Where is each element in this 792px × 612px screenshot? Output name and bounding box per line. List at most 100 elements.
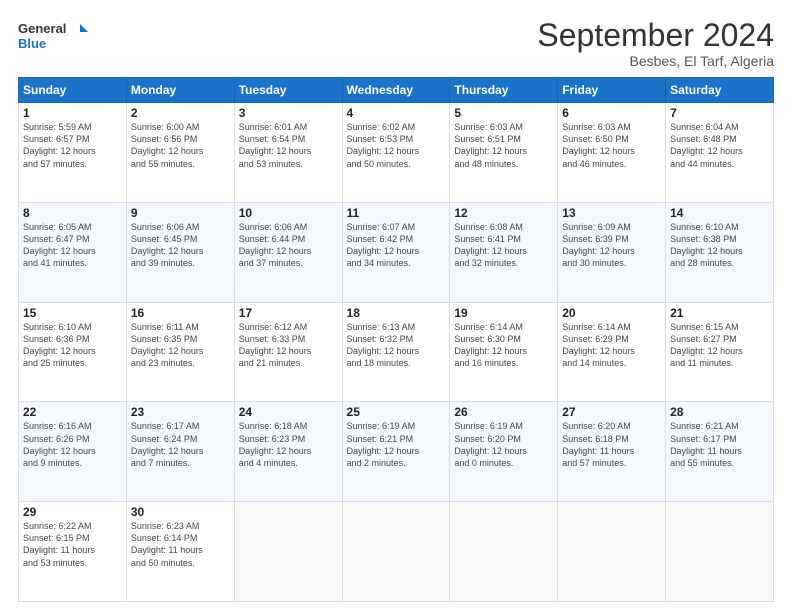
logo: General Blue [18,18,88,54]
empty-cell [666,502,774,602]
day-cell-23: 23Sunrise: 6:17 AM Sunset: 6:24 PM Dayli… [126,402,234,502]
day-info: Sunrise: 6:13 AM Sunset: 6:32 PM Dayligh… [347,321,446,370]
day-number: 28 [670,405,769,419]
day-cell-2: 2Sunrise: 6:00 AM Sunset: 6:56 PM Daylig… [126,103,234,203]
day-info: Sunrise: 6:14 AM Sunset: 6:29 PM Dayligh… [562,321,661,370]
day-cell-21: 21Sunrise: 6:15 AM Sunset: 6:27 PM Dayli… [666,302,774,402]
title-block: September 2024 Besbes, El Tarf, Algeria [537,18,774,69]
day-cell-12: 12Sunrise: 6:08 AM Sunset: 6:41 PM Dayli… [450,202,558,302]
day-cell-8: 8Sunrise: 6:05 AM Sunset: 6:47 PM Daylig… [19,202,127,302]
calendar-table: SundayMondayTuesdayWednesdayThursdayFrid… [18,77,774,602]
day-cell-24: 24Sunrise: 6:18 AM Sunset: 6:23 PM Dayli… [234,402,342,502]
day-cell-6: 6Sunrise: 6:03 AM Sunset: 6:50 PM Daylig… [558,103,666,203]
col-header-thursday: Thursday [450,78,558,103]
col-header-friday: Friday [558,78,666,103]
day-info: Sunrise: 6:04 AM Sunset: 6:48 PM Dayligh… [670,121,769,170]
day-number: 19 [454,306,553,320]
day-cell-17: 17Sunrise: 6:12 AM Sunset: 6:33 PM Dayli… [234,302,342,402]
day-number: 20 [562,306,661,320]
day-number: 1 [23,106,122,120]
day-number: 16 [131,306,230,320]
day-number: 15 [23,306,122,320]
day-number: 24 [239,405,338,419]
day-number: 6 [562,106,661,120]
empty-cell [342,502,450,602]
day-info: Sunrise: 6:06 AM Sunset: 6:44 PM Dayligh… [239,221,338,270]
day-info: Sunrise: 6:01 AM Sunset: 6:54 PM Dayligh… [239,121,338,170]
col-header-monday: Monday [126,78,234,103]
col-header-wednesday: Wednesday [342,78,450,103]
day-cell-13: 13Sunrise: 6:09 AM Sunset: 6:39 PM Dayli… [558,202,666,302]
day-cell-29: 29Sunrise: 6:22 AM Sunset: 6:15 PM Dayli… [19,502,127,602]
day-info: Sunrise: 6:11 AM Sunset: 6:35 PM Dayligh… [131,321,230,370]
day-info: Sunrise: 5:59 AM Sunset: 6:57 PM Dayligh… [23,121,122,170]
day-cell-4: 4Sunrise: 6:02 AM Sunset: 6:53 PM Daylig… [342,103,450,203]
day-cell-3: 3Sunrise: 6:01 AM Sunset: 6:54 PM Daylig… [234,103,342,203]
day-cell-15: 15Sunrise: 6:10 AM Sunset: 6:36 PM Dayli… [19,302,127,402]
day-number: 25 [347,405,446,419]
day-cell-30: 30Sunrise: 6:23 AM Sunset: 6:14 PM Dayli… [126,502,234,602]
col-header-tuesday: Tuesday [234,78,342,103]
day-info: Sunrise: 6:05 AM Sunset: 6:47 PM Dayligh… [23,221,122,270]
day-number: 4 [347,106,446,120]
day-cell-19: 19Sunrise: 6:14 AM Sunset: 6:30 PM Dayli… [450,302,558,402]
day-number: 23 [131,405,230,419]
day-info: Sunrise: 6:17 AM Sunset: 6:24 PM Dayligh… [131,420,230,469]
day-cell-22: 22Sunrise: 6:16 AM Sunset: 6:26 PM Dayli… [19,402,127,502]
empty-cell [234,502,342,602]
day-cell-16: 16Sunrise: 6:11 AM Sunset: 6:35 PM Dayli… [126,302,234,402]
day-number: 9 [131,206,230,220]
day-cell-25: 25Sunrise: 6:19 AM Sunset: 6:21 PM Dayli… [342,402,450,502]
day-info: Sunrise: 6:16 AM Sunset: 6:26 PM Dayligh… [23,420,122,469]
day-number: 10 [239,206,338,220]
day-number: 26 [454,405,553,419]
day-number: 14 [670,206,769,220]
col-header-saturday: Saturday [666,78,774,103]
day-number: 7 [670,106,769,120]
week-row-3: 15Sunrise: 6:10 AM Sunset: 6:36 PM Dayli… [19,302,774,402]
day-number: 21 [670,306,769,320]
day-number: 17 [239,306,338,320]
day-info: Sunrise: 6:06 AM Sunset: 6:45 PM Dayligh… [131,221,230,270]
day-info: Sunrise: 6:22 AM Sunset: 6:15 PM Dayligh… [23,520,122,569]
day-cell-27: 27Sunrise: 6:20 AM Sunset: 6:18 PM Dayli… [558,402,666,502]
day-info: Sunrise: 6:10 AM Sunset: 6:38 PM Dayligh… [670,221,769,270]
day-info: Sunrise: 6:03 AM Sunset: 6:51 PM Dayligh… [454,121,553,170]
day-info: Sunrise: 6:19 AM Sunset: 6:20 PM Dayligh… [454,420,553,469]
day-cell-1: 1Sunrise: 5:59 AM Sunset: 6:57 PM Daylig… [19,103,127,203]
day-cell-18: 18Sunrise: 6:13 AM Sunset: 6:32 PM Dayli… [342,302,450,402]
day-number: 29 [23,505,122,519]
day-info: Sunrise: 6:21 AM Sunset: 6:17 PM Dayligh… [670,420,769,469]
week-row-2: 8Sunrise: 6:05 AM Sunset: 6:47 PM Daylig… [19,202,774,302]
logo-svg: General Blue [18,18,88,54]
day-info: Sunrise: 6:14 AM Sunset: 6:30 PM Dayligh… [454,321,553,370]
day-cell-14: 14Sunrise: 6:10 AM Sunset: 6:38 PM Dayli… [666,202,774,302]
day-cell-5: 5Sunrise: 6:03 AM Sunset: 6:51 PM Daylig… [450,103,558,203]
day-number: 3 [239,106,338,120]
empty-cell [558,502,666,602]
day-number: 8 [23,206,122,220]
location-subtitle: Besbes, El Tarf, Algeria [537,53,774,69]
empty-cell [450,502,558,602]
day-cell-11: 11Sunrise: 6:07 AM Sunset: 6:42 PM Dayli… [342,202,450,302]
day-info: Sunrise: 6:23 AM Sunset: 6:14 PM Dayligh… [131,520,230,569]
day-number: 30 [131,505,230,519]
week-row-4: 22Sunrise: 6:16 AM Sunset: 6:26 PM Dayli… [19,402,774,502]
header: General Blue September 2024 Besbes, El T… [18,18,774,69]
day-info: Sunrise: 6:20 AM Sunset: 6:18 PM Dayligh… [562,420,661,469]
day-info: Sunrise: 6:03 AM Sunset: 6:50 PM Dayligh… [562,121,661,170]
day-info: Sunrise: 6:09 AM Sunset: 6:39 PM Dayligh… [562,221,661,270]
day-info: Sunrise: 6:19 AM Sunset: 6:21 PM Dayligh… [347,420,446,469]
day-info: Sunrise: 6:10 AM Sunset: 6:36 PM Dayligh… [23,321,122,370]
day-cell-10: 10Sunrise: 6:06 AM Sunset: 6:44 PM Dayli… [234,202,342,302]
week-row-5: 29Sunrise: 6:22 AM Sunset: 6:15 PM Dayli… [19,502,774,602]
day-info: Sunrise: 6:02 AM Sunset: 6:53 PM Dayligh… [347,121,446,170]
day-cell-7: 7Sunrise: 6:04 AM Sunset: 6:48 PM Daylig… [666,103,774,203]
day-info: Sunrise: 6:18 AM Sunset: 6:23 PM Dayligh… [239,420,338,469]
day-number: 13 [562,206,661,220]
day-number: 11 [347,206,446,220]
day-number: 12 [454,206,553,220]
day-info: Sunrise: 6:00 AM Sunset: 6:56 PM Dayligh… [131,121,230,170]
day-info: Sunrise: 6:12 AM Sunset: 6:33 PM Dayligh… [239,321,338,370]
day-cell-28: 28Sunrise: 6:21 AM Sunset: 6:17 PM Dayli… [666,402,774,502]
